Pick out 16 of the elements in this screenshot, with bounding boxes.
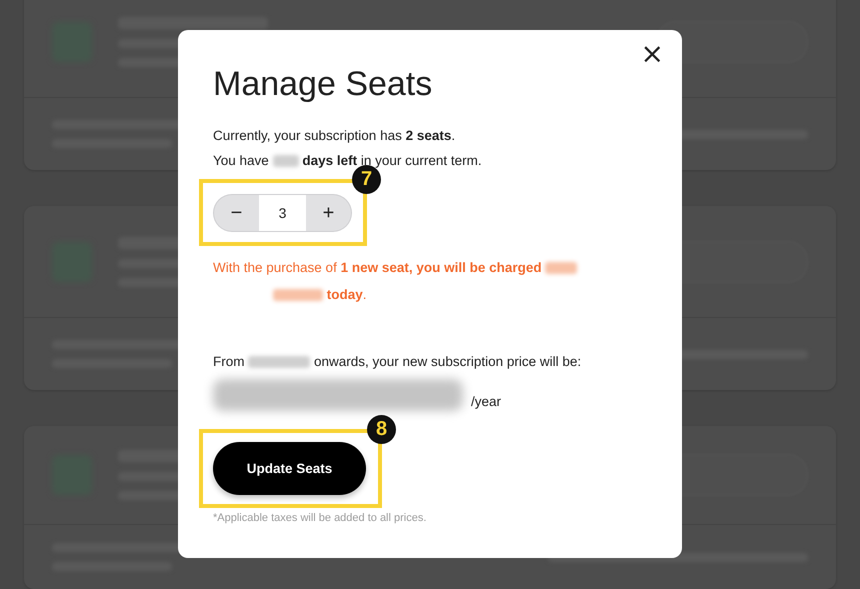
price-intro-text: From onwards, your new subscription price will be: <box>213 353 582 371</box>
price-period: /year <box>471 394 502 408</box>
info-text: Currently, your subscription has 2 seats. <box>213 127 456 145</box>
dialog-title: Manage Seats <box>213 64 432 104</box>
redacted-text <box>273 289 323 302</box>
redacted-text <box>545 262 578 274</box>
charge-text: With the purchase of 1 new seat, you will be charged today. <box>213 254 603 308</box>
redacted-text <box>248 356 310 368</box>
minus-button[interactable]: − <box>213 194 259 232</box>
redacted-text <box>272 155 299 168</box>
tax-note: *Applicable taxes will be added to all prices. <box>213 512 426 524</box>
seat-count-field[interactable]: 3 <box>259 194 306 232</box>
update-seats-button[interactable]: Update Seats <box>213 442 366 495</box>
plus-button[interactable]: + <box>306 194 352 232</box>
close-button[interactable]: × <box>636 40 668 68</box>
step-badge: 8 <box>367 415 396 444</box>
